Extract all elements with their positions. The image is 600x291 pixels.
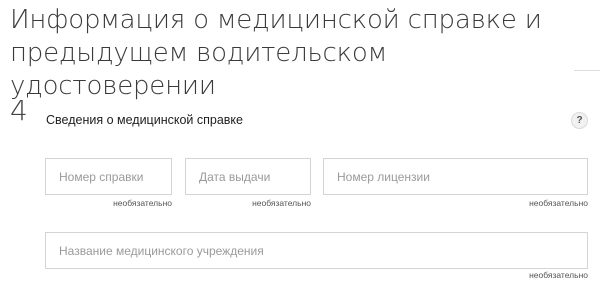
license-number-input[interactable] [324,159,587,194]
certificate-number-optional-note: необязательно [113,198,172,208]
institution-name-optional-note: необязательно [529,270,588,280]
issue-date-input[interactable] [186,159,310,194]
institution-name-field[interactable] [45,232,588,269]
page-title: Информация о медицинской справке и преды… [10,5,542,101]
certificate-number-input[interactable] [46,159,171,194]
institution-name-input[interactable] [46,233,587,268]
section-title: Сведения о медицинской справке [46,113,243,127]
help-icon[interactable]: ? [571,112,588,129]
issue-date-optional-note: необязательно [252,198,311,208]
issue-date-field[interactable] [185,158,311,195]
header-divider [574,70,600,71]
license-number-field[interactable] [323,158,588,195]
section-number: 4 [10,94,28,127]
license-number-optional-note: необязательно [529,198,588,208]
form-page: Информация о медицинской справке и преды… [0,0,600,291]
certificate-number-field[interactable] [45,158,172,195]
